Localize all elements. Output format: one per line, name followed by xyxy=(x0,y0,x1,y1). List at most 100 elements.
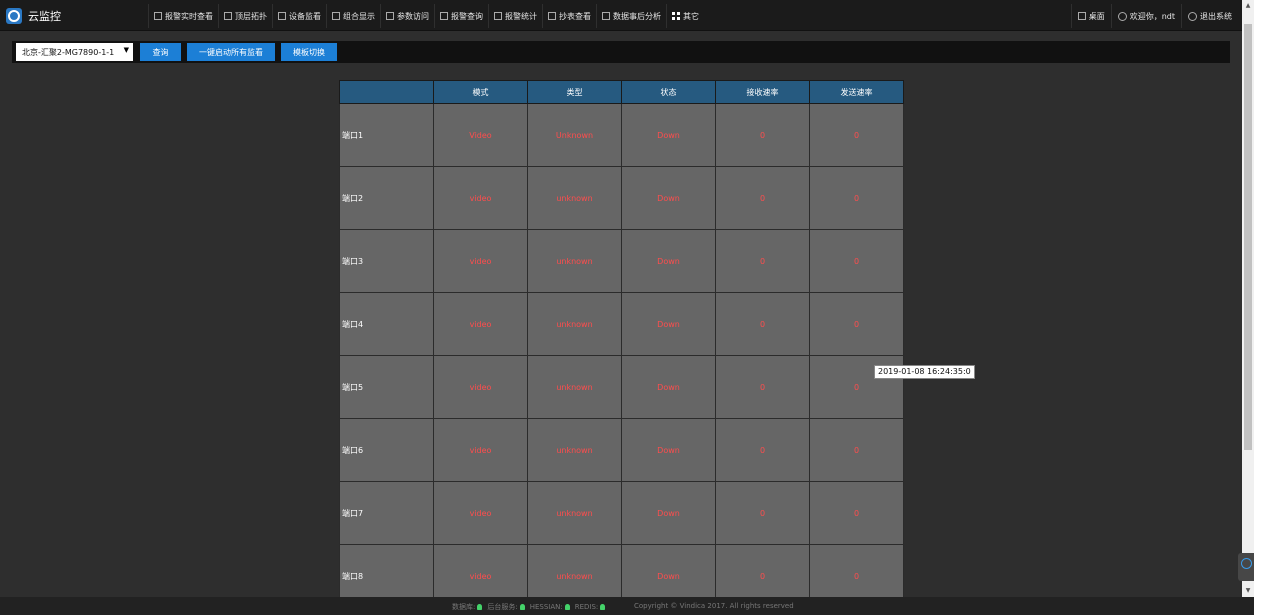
port-mode: video xyxy=(433,481,528,545)
nav-item-combined-display[interactable]: 组合显示 xyxy=(326,4,380,28)
scroll-up-icon[interactable]: ▲ xyxy=(1242,0,1254,12)
port-status: Down xyxy=(621,103,716,167)
brand[interactable]: 云监控 xyxy=(6,7,61,24)
port-name: 端口4 xyxy=(339,292,434,356)
hessian-label: HESSIAN: xyxy=(529,603,563,611)
nav-item-other[interactable]: 其它 xyxy=(666,4,704,28)
desktop-link[interactable]: 桌面 xyxy=(1070,4,1111,28)
port-name: 端口1 xyxy=(339,103,434,167)
port-rx-rate: 0 xyxy=(715,418,810,482)
port-rx-rate: 0 xyxy=(715,166,810,230)
device-icon xyxy=(278,12,286,20)
port-tx-rate: 0 xyxy=(809,103,904,167)
scroll-down-icon[interactable]: ▼ xyxy=(1242,585,1254,597)
template-switch-button[interactable]: 模板切换 xyxy=(281,43,337,61)
table-row[interactable]: 端口4 video unknown Down 0 0 xyxy=(339,292,904,356)
port-rx-rate: 0 xyxy=(715,292,810,356)
port-mode: video xyxy=(433,292,528,356)
nav-item-alarm-realtime[interactable]: 报警实时查看 xyxy=(148,4,218,28)
footer: 数据库: 后台服务: HESSIAN: REDIS: Copyright © V… xyxy=(0,597,1254,615)
cloud-monitor-logo-icon xyxy=(6,7,22,24)
chat-icon xyxy=(1241,558,1252,569)
backend-label: 后台服务: xyxy=(487,603,518,611)
port-name: 端口7 xyxy=(339,481,434,545)
col-header-type: 类型 xyxy=(527,80,622,104)
port-status: Down xyxy=(621,418,716,482)
redis-status-bulb-icon xyxy=(600,604,606,610)
side-widget[interactable] xyxy=(1238,553,1254,581)
port-name: 端口5 xyxy=(339,355,434,419)
port-name: 端口3 xyxy=(339,229,434,293)
topology-icon xyxy=(224,12,232,20)
col-header-port xyxy=(339,80,434,104)
port-rx-rate: 0 xyxy=(715,481,810,545)
speaker-icon xyxy=(440,12,448,20)
port-type: unknown xyxy=(527,355,622,419)
port-tx-rate: 0 xyxy=(809,481,904,545)
device-select[interactable]: 北京-汇聚2-MG7890-1-1 ▼ xyxy=(16,43,133,61)
start-all-monitor-button[interactable]: 一键启动所有监看 xyxy=(187,43,275,61)
timestamp-tooltip: 2019-01-08 16:24:35:0 xyxy=(874,365,975,379)
table-row[interactable]: 端口2 video unknown Down 0 0 xyxy=(339,166,904,230)
nav-item-post-analysis[interactable]: 数据事后分析 xyxy=(596,4,666,28)
page-edge xyxy=(1254,0,1268,615)
port-status: Down xyxy=(621,229,716,293)
table-row[interactable]: 端口1 Video Unknown Down 0 0 xyxy=(339,103,904,167)
col-header-rx-rate: 接收速率 xyxy=(715,80,810,104)
right-nav: 桌面 欢迎你，ndt 退出系统 xyxy=(1070,4,1238,28)
port-type: unknown xyxy=(527,292,622,356)
port-tx-rate: 0 xyxy=(809,166,904,230)
query-button[interactable]: 查询 xyxy=(140,43,181,61)
main-nav: 报警实时查看 顶层拓扑 设备监看 组合显示 参数访问 报警查询 报警统计 抄表查… xyxy=(148,4,704,28)
desktop-icon xyxy=(1077,12,1086,20)
redis-label: REDIS: xyxy=(574,603,599,611)
device-select-value: 北京-汇聚2-MG7890-1-1 xyxy=(22,48,115,57)
chart-icon xyxy=(494,12,502,20)
monitor-icon xyxy=(154,12,162,20)
logout-link[interactable]: 退出系统 xyxy=(1181,4,1238,28)
nav-item-alarm-stats[interactable]: 报警统计 xyxy=(488,4,542,28)
port-mode: video xyxy=(433,355,528,419)
vertical-scrollbar[interactable]: ▲ ▼ xyxy=(1242,0,1254,597)
backend-status-bulb-icon xyxy=(519,604,525,610)
nav-item-alarm-query[interactable]: 报警查询 xyxy=(434,4,488,28)
port-status: Down xyxy=(621,166,716,230)
list-icon xyxy=(386,12,394,20)
layout-icon xyxy=(332,12,340,20)
col-header-tx-rate: 发送速率 xyxy=(809,80,904,104)
port-type: unknown xyxy=(527,481,622,545)
port-mode: video xyxy=(433,166,528,230)
port-type: Unknown xyxy=(527,103,622,167)
port-tx-rate: 0 xyxy=(809,418,904,482)
port-status: Down xyxy=(621,292,716,356)
table-row[interactable]: 端口6 video unknown Down 0 0 xyxy=(339,418,904,482)
table-row[interactable]: 端口5 video unknown Down 0 0 xyxy=(339,355,904,419)
port-tx-rate: 0 xyxy=(809,229,904,293)
nav-item-param-access[interactable]: 参数访问 xyxy=(380,4,434,28)
port-status: Down xyxy=(621,481,716,545)
db-status-bulb-icon xyxy=(477,604,483,610)
scrollbar-thumb[interactable] xyxy=(1244,24,1252,450)
table-row[interactable]: 端口3 video unknown Down 0 0 xyxy=(339,229,904,293)
nav-item-top-topology[interactable]: 顶层拓扑 xyxy=(218,4,272,28)
port-type: unknown xyxy=(527,166,622,230)
toolbar: 北京-汇聚2-MG7890-1-1 ▼ 查询 一键启动所有监看 模板切换 xyxy=(12,41,1230,63)
table-header-row: 模式 类型 状态 接收速率 发送速率 xyxy=(339,80,904,104)
port-name: 端口2 xyxy=(339,166,434,230)
port-rx-rate: 0 xyxy=(715,355,810,419)
grid-icon xyxy=(672,12,680,20)
user-welcome[interactable]: 欢迎你，ndt xyxy=(1110,4,1181,28)
port-mode: video xyxy=(433,229,528,293)
nav-item-device-monitor[interactable]: 设备监看 xyxy=(272,4,326,28)
col-header-status: 状态 xyxy=(621,80,716,104)
caret-down-icon: ▼ xyxy=(123,46,129,54)
port-rx-rate: 0 xyxy=(715,103,810,167)
table-row[interactable]: 端口7 video unknown Down 0 0 xyxy=(339,481,904,545)
hessian-status-bulb-icon xyxy=(564,604,570,610)
port-tx-rate: 0 xyxy=(809,292,904,356)
nav-item-meter-view[interactable]: 抄表查看 xyxy=(542,4,596,28)
port-status: Down xyxy=(621,355,716,419)
port-type: unknown xyxy=(527,418,622,482)
service-status: 数据库: 后台服务: HESSIAN: REDIS: xyxy=(452,602,608,612)
table-icon xyxy=(548,12,556,20)
